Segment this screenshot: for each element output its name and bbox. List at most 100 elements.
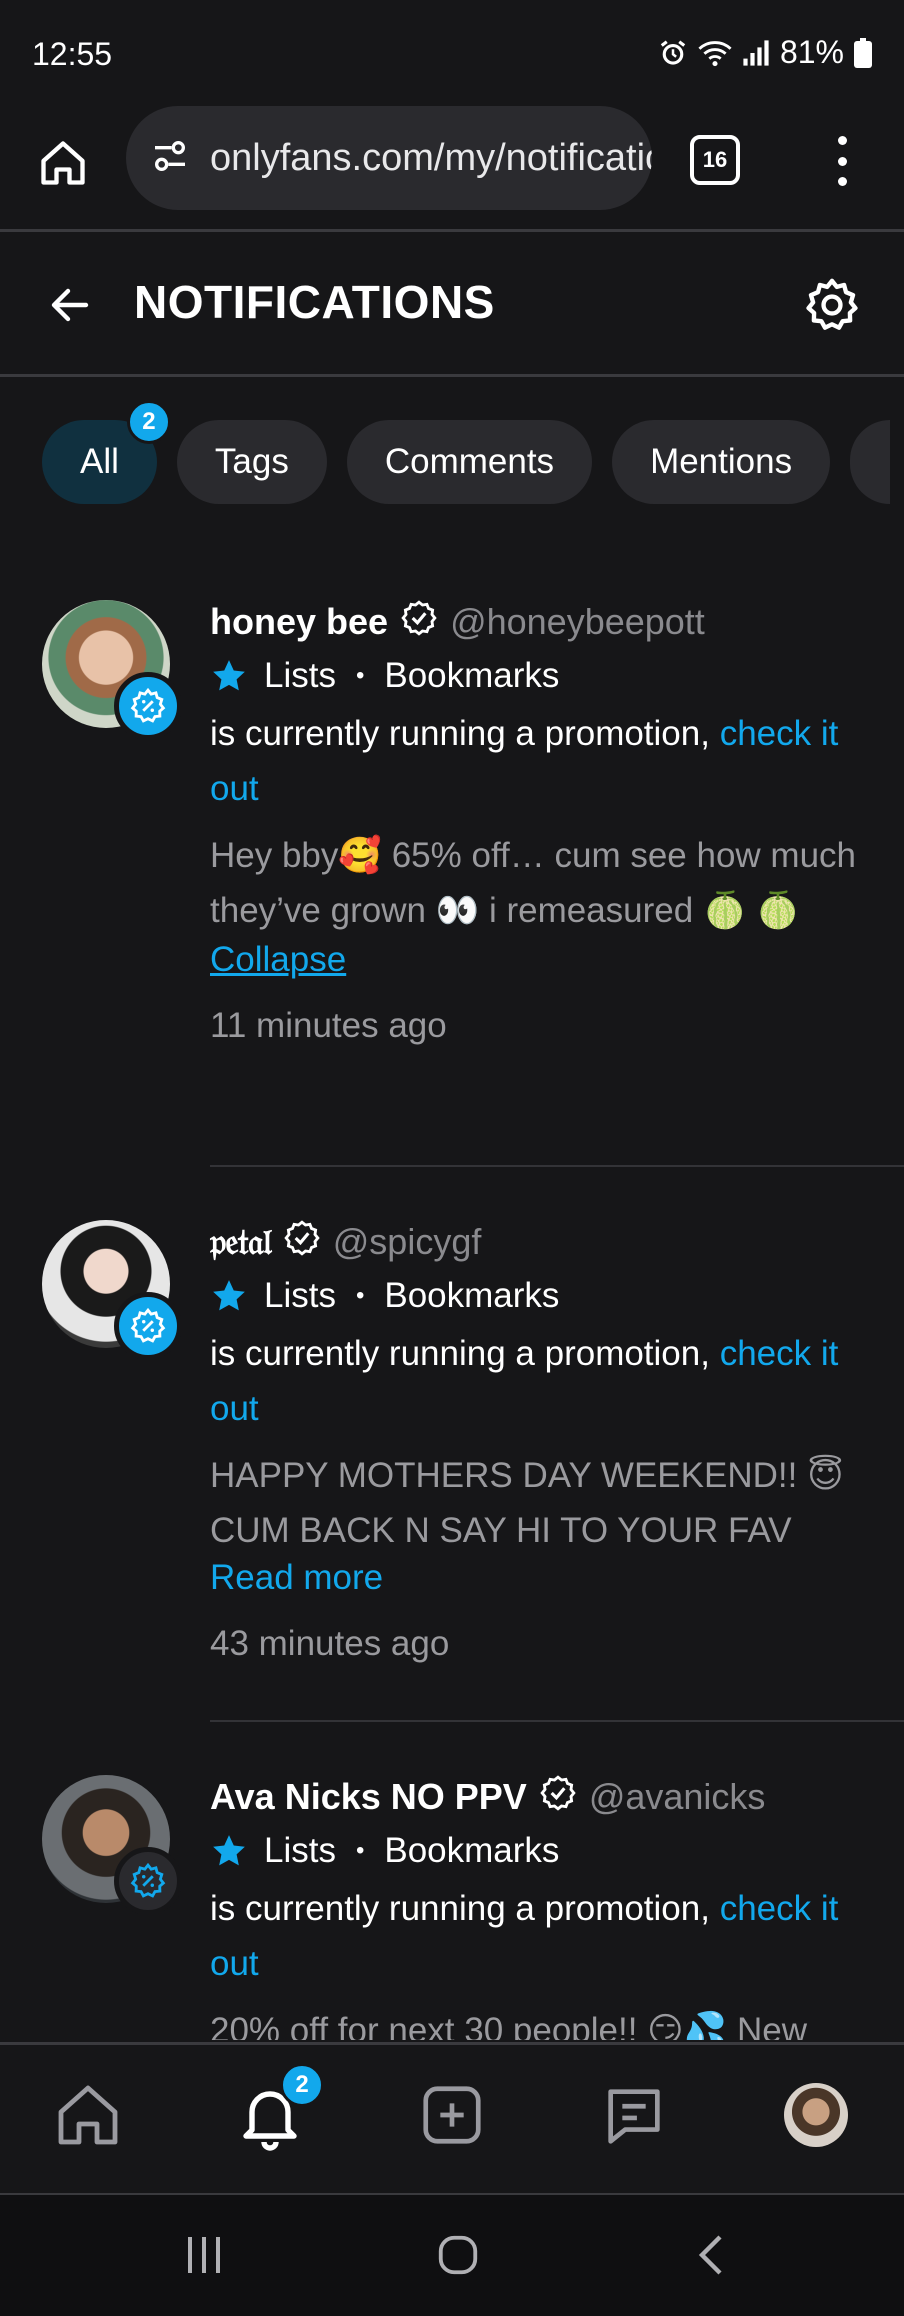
page-title: NOTIFICATIONS <box>134 276 495 328</box>
user-handle[interactable]: @avanicks <box>589 1776 766 1818</box>
promotion-text: is currently running a promotion, <box>210 714 720 753</box>
home-icon <box>58 2085 118 2145</box>
lists-link[interactable]: Lists <box>264 1831 336 1871</box>
gear-icon <box>806 278 858 330</box>
back-button[interactable] <box>40 275 100 335</box>
lists-row: Lists • Bookmarks <box>210 1272 880 1320</box>
status-bar: 12:55 81% <box>0 0 904 100</box>
lists-link[interactable]: Lists <box>264 1276 336 1316</box>
chip-mentions[interactable]: Mentions <box>612 420 831 504</box>
lists-row: Lists • Bookmarks <box>210 652 880 700</box>
notification-item[interactable]: Ava Nicks NO PPV @avanicks Lists • Bookm… <box>0 1775 904 2040</box>
verified-icon <box>539 1775 577 1821</box>
nav-add-post-button[interactable] <box>412 2075 492 2155</box>
browser-toolbar: onlyfans.com/my/notifications 16 <box>0 100 904 232</box>
bookmarks-link[interactable]: Bookmarks <box>384 656 559 696</box>
system-navigation-bar <box>0 2193 904 2316</box>
status-time: 12:55 <box>32 36 113 72</box>
settings-button[interactable] <box>800 273 864 337</box>
chip-label: Mentions <box>650 442 793 481</box>
chip-more[interactable] <box>850 420 891 504</box>
user-handle[interactable]: @spicygf <box>333 1221 482 1263</box>
star-icon <box>210 1277 248 1315</box>
chip-tags[interactable]: Tags <box>176 420 327 504</box>
notifications-badge: 2 <box>280 2063 324 2107</box>
back-chevron-icon <box>698 2235 722 2275</box>
promotion-badge-icon <box>114 1847 182 1915</box>
bookmarks-link[interactable]: Bookmarks <box>384 1831 559 1871</box>
back-system-button[interactable] <box>672 2225 752 2285</box>
name-row: honey bee @honeybeepott <box>210 599 880 646</box>
bottom-nav: 2 <box>0 2042 904 2190</box>
nav-profile-button[interactable] <box>776 2075 856 2155</box>
recent-apps-button[interactable] <box>164 2225 244 2285</box>
status-icons: 81% <box>658 34 872 71</box>
address-bar[interactable]: onlyfans.com/my/notifications <box>126 106 652 210</box>
avatar[interactable] <box>42 1775 182 1915</box>
promotion-message: HAPPY MOTHERS DAY WEEKEND!! 😇 CUM BACK N… <box>210 1456 844 1550</box>
promotion-message: 20% off for next 30 people!! 😏💦 New <box>210 2011 807 2040</box>
tabs-button[interactable]: 16 <box>690 135 740 185</box>
timestamp: 43 minutes ago <box>210 1624 450 1663</box>
user-name[interactable]: 𝔭𝔢𝔱𝔞𝔩 <box>210 1221 272 1264</box>
wifi-icon <box>698 38 732 68</box>
nav-home-button[interactable] <box>48 2075 128 2155</box>
timestamp: 11 minutes ago <box>210 1006 447 1045</box>
home-circle-icon <box>438 2235 478 2275</box>
avatar[interactable] <box>42 1220 182 1360</box>
alarm-icon <box>658 38 688 68</box>
notification-body: 𝔭𝔢𝔱𝔞𝔩 @spicygf Lists • Bookmarks is curr… <box>210 1219 880 1664</box>
name-row: Ava Nicks NO PPV @avanicks <box>210 1775 880 1819</box>
read-more-link[interactable]: Read more <box>210 1558 383 1598</box>
user-handle[interactable]: @honeybeepott <box>450 601 705 643</box>
tab-count: 16 <box>702 147 728 172</box>
bookmarks-link[interactable]: Bookmarks <box>384 1276 559 1316</box>
profile-avatar <box>784 2083 848 2147</box>
promotion-badge-icon <box>114 1292 182 1360</box>
divider <box>210 1165 904 1167</box>
battery-level: 81% <box>779 34 844 70</box>
chip-comments[interactable]: Comments <box>346 420 593 504</box>
home-system-button[interactable] <box>418 2225 498 2285</box>
back-arrow-icon <box>51 288 89 322</box>
lists-link[interactable]: Lists <box>264 656 336 696</box>
recent-apps-icon <box>188 2237 220 2273</box>
promotion-text: is currently running a promotion, <box>210 1889 720 1928</box>
star-icon <box>210 657 248 695</box>
url-text[interactable]: onlyfans.com/my/notifications <box>210 137 652 180</box>
notification-text: is currently running a promotion, check … <box>210 1326 880 1436</box>
promotion-text: is currently running a promotion, <box>210 1334 720 1373</box>
filter-chips: All 2 Tags Comments Mentions <box>42 400 891 504</box>
notification-body: honey bee @honeybeepott Lists • Bookmark… <box>210 599 880 1046</box>
nav-messages-button[interactable] <box>594 2075 674 2155</box>
notification-text: is currently running a promotion, check … <box>210 706 880 816</box>
user-name[interactable]: Ava Nicks NO PPV <box>210 1776 527 1818</box>
chip-all[interactable]: All 2 <box>42 400 171 504</box>
user-name[interactable]: honey bee <box>210 601 388 643</box>
site-settings-icon[interactable] <box>150 136 190 181</box>
add-post-icon <box>423 2086 481 2144</box>
page-header: NOTIFICATIONS <box>0 235 904 377</box>
notification-text: is currently running a promotion, check … <box>210 1881 880 1991</box>
name-row: 𝔭𝔢𝔱𝔞𝔩 @spicygf <box>210 1219 880 1266</box>
nav-notifications-button[interactable]: 2 <box>230 2063 324 2155</box>
divider <box>210 1720 904 1722</box>
star-icon <box>210 1832 248 1870</box>
separator-dot: • <box>355 1837 365 1864</box>
chip-label: Comments <box>384 442 555 481</box>
messages-icon <box>608 2089 660 2144</box>
browser-home-button[interactable] <box>30 130 96 196</box>
chip-count-badge: 2 <box>126 400 171 444</box>
home-icon <box>41 141 85 185</box>
avatar[interactable] <box>42 600 182 740</box>
verified-icon <box>400 599 438 646</box>
verified-icon <box>283 1219 321 1266</box>
promotion-message: Hey bby🥰 65% off… cum see how much they’… <box>210 836 856 930</box>
chip-label: Tags <box>214 442 289 481</box>
battery-icon <box>854 37 872 68</box>
more-vert-icon[interactable] <box>822 136 862 186</box>
collapse-link[interactable]: Collapse <box>210 940 346 980</box>
separator-dot: • <box>355 662 365 689</box>
notification-body: Ava Nicks NO PPV @avanicks Lists • Bookm… <box>210 1775 880 2040</box>
promotion-badge-icon <box>114 672 182 740</box>
